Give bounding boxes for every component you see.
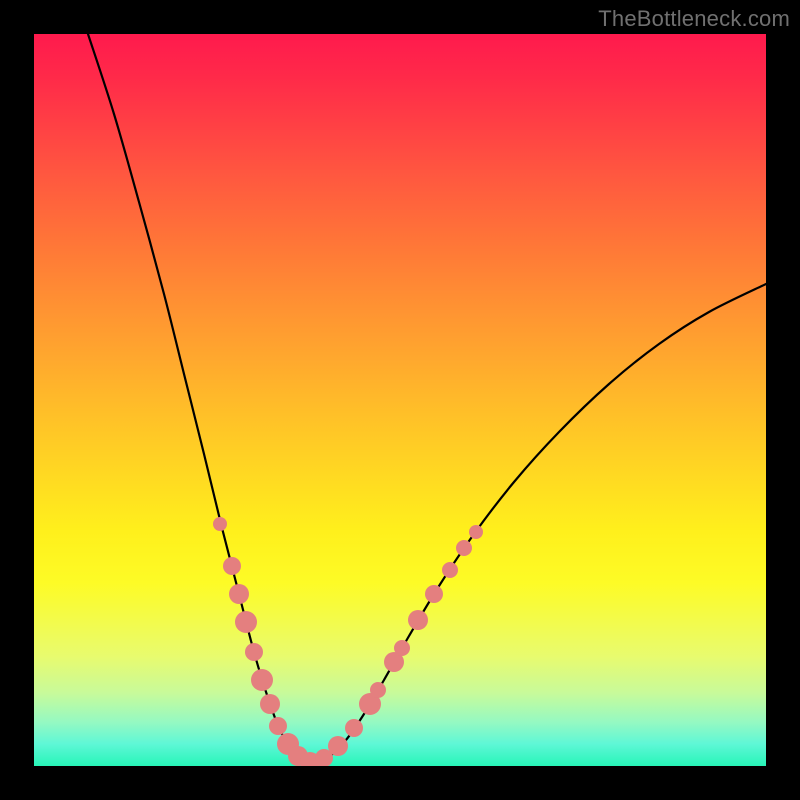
- highlight-marker: [370, 682, 386, 698]
- highlight-marker: [245, 643, 263, 661]
- bottleneck-curve-path: [88, 34, 766, 762]
- curve-svg: [34, 34, 766, 766]
- highlight-marker: [442, 562, 458, 578]
- highlight-marker: [260, 694, 280, 714]
- highlight-marker: [229, 584, 249, 604]
- highlight-marker: [408, 610, 428, 630]
- highlight-marker: [213, 517, 227, 531]
- highlight-marker: [345, 719, 363, 737]
- highlight-marker: [456, 540, 472, 556]
- highlight-marker: [223, 557, 241, 575]
- chart-frame: TheBottleneck.com: [0, 0, 800, 800]
- highlight-marker: [269, 717, 287, 735]
- highlight-marker: [235, 611, 257, 633]
- highlight-marker: [328, 736, 348, 756]
- watermark-text: TheBottleneck.com: [598, 6, 790, 32]
- highlight-marker: [251, 669, 273, 691]
- highlight-marker: [425, 585, 443, 603]
- highlight-marker: [394, 640, 410, 656]
- plot-area: [34, 34, 766, 766]
- highlight-marker: [469, 525, 483, 539]
- highlight-markers-group: [213, 517, 483, 766]
